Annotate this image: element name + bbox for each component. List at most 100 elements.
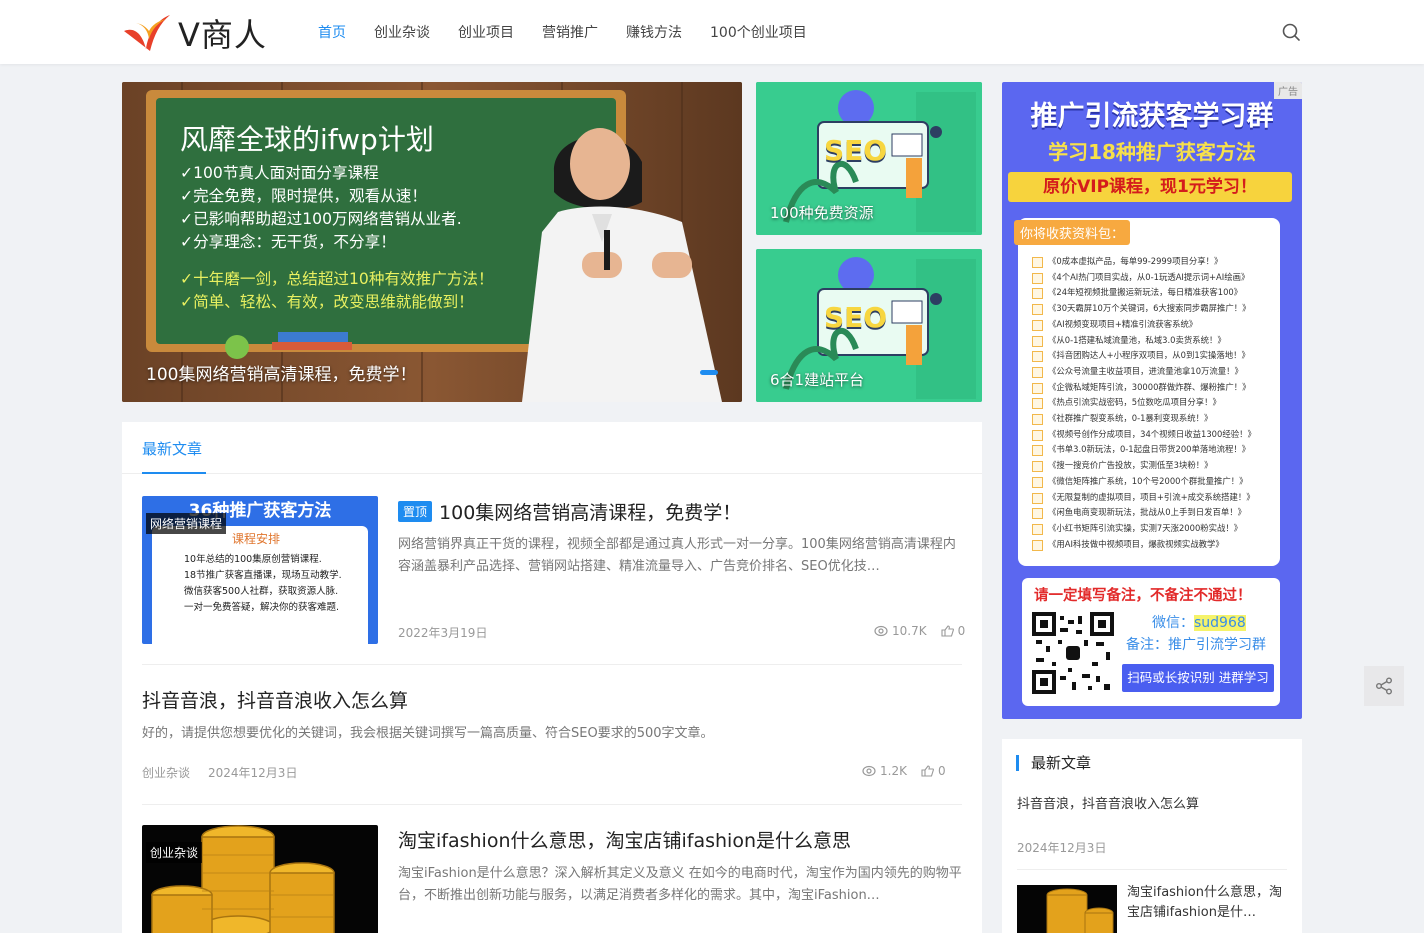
nav-item-startup-talk[interactable]: 创业杂谈 xyxy=(374,22,430,42)
ad-price-banner: 原价VIP课程，现1元学习！ xyxy=(1008,172,1292,202)
thumbs-up-icon[interactable] xyxy=(941,625,954,637)
hero-slide-side-2[interactable]: SEO 6合1建站平台 xyxy=(756,249,982,402)
list-item: 微信获客500人社群，获取资源人脉. xyxy=(184,586,339,597)
ad-warning: 请一定填写备注，不备注不通过！ xyxy=(1034,588,1252,604)
post-title[interactable]: 置顶 100集网络营销高清课程，免费学！ xyxy=(398,498,741,525)
list-item: 《无限复制的虚拟项目，项目+引流+成交系统搭建！》 xyxy=(1032,490,1272,506)
board-title: 风靡全球的ifwp计划 xyxy=(180,123,434,156)
search-icon[interactable] xyxy=(1281,22,1301,42)
ad-note: 备注：推广引流学习群 xyxy=(1126,637,1266,653)
list-item: 《AI视频变现项目+精准引流获客系统》 xyxy=(1032,317,1272,333)
tab-underline xyxy=(142,472,206,474)
board-line: ✓100节真人面对面分享课程 xyxy=(180,164,379,182)
list-item: 《抖音团购达人+小程序双项目，从0到1实操落地！》 xyxy=(1032,348,1272,364)
post-thumbnail[interactable]: 创业杂谈 xyxy=(142,825,378,933)
hero-main-caption[interactable]: 100集网络营销高清课程，免费学！ xyxy=(146,360,416,385)
list-item: 《搜一搜竞价广告投放，实测低至3块粉！》 xyxy=(1032,458,1272,474)
board-line: ✓已影响帮助超过100万网络营销从业者. xyxy=(180,210,462,228)
post-views: 10.7K xyxy=(892,624,927,638)
thumb-points: 10年总结的100集原创营销课程. 18节推广获客直播课，现场互动教学. 微信获… xyxy=(184,552,342,616)
qr-code-icon xyxy=(1032,612,1114,694)
post-thumbnail[interactable]: 36种推广获客方法 课程安排 10年总结的100集原创营销课程. 18节推广获客… xyxy=(142,496,378,644)
logo-text: V商人 xyxy=(178,16,267,54)
post-excerpt: 好的，请提供您想要优化的关键词，我会根据关键词撰写一篇高质量、符合SEO要求的5… xyxy=(142,726,714,741)
board-line: ✓完全免费，限时提供，观看从速！ xyxy=(180,187,427,205)
main-nav: 首页 创业杂谈 创业项目 营销推广 赚钱方法 100个创业项目 xyxy=(318,0,835,64)
divider xyxy=(142,804,962,805)
site-logo[interactable]: V商人 xyxy=(122,12,267,54)
nav-item-make-money[interactable]: 赚钱方法 xyxy=(626,22,682,42)
sidebar-item-title[interactable]: 淘宝ifashion什么意思，淘宝店铺ifashion是什… xyxy=(1127,883,1287,923)
list-item: 一对一免费答疑，解决你的获客难题. xyxy=(184,602,340,613)
nav-item-home[interactable]: 首页 xyxy=(318,22,346,42)
hero-slide-main[interactable]: 风靡全球的ifwp计划 ✓100节真人面对面分享课程 ✓完全免费，限时提供，观看… xyxy=(122,82,742,402)
list-item: 18节推广获客直播课，现场互动教学. xyxy=(184,570,342,581)
board-line: ✓十年磨一剑，总结超过10种有效推广方法！ xyxy=(180,270,494,288)
thumb-sub: 课程安排 xyxy=(232,532,281,546)
hero-side-1-caption[interactable]: 100种免费资源 xyxy=(770,202,874,223)
thumb-panel: 课程安排 10年总结的100集原创营销课程. 18节推广获客直播课，现场互动教学… xyxy=(152,526,368,644)
ad-list-head: 你将收获资料包： xyxy=(1014,220,1131,245)
list-item: 《从0-1搭建私域流量池，私域3.0卖货系统！》 xyxy=(1032,333,1272,349)
nav-item-marketing[interactable]: 营销推广 xyxy=(542,22,598,42)
post-date: 2024年12月3日 xyxy=(208,766,298,780)
divider xyxy=(142,664,962,665)
ad-banner[interactable]: 广告 推广引流获客学习群 学习18种推广获客方法 原价VIP课程，现1元学习！ … xyxy=(1002,82,1302,719)
post-views: 1.2K xyxy=(880,764,907,778)
ad-qr-box: 请一定填写备注，不备注不通过！ 微信：sud968 备注：推广引流学习群 扫码或… xyxy=(1022,578,1280,706)
post-date: 2022年3月19日 xyxy=(398,626,488,640)
sidebar-item-title[interactable]: 抖音音浪，抖音音浪收入怎么算 xyxy=(1017,793,1199,812)
hero-side-2-caption[interactable]: 6合1建站平台 xyxy=(770,369,864,390)
post-excerpt: 网络营销界真正干货的课程，视频全部都是通过真人形式一对一分享。100集网络营销高… xyxy=(398,537,956,574)
thumbs-up-icon[interactable] xyxy=(921,765,934,777)
list-item: 《小红书矩阵引流实操，实测7天涨2000粉实战！》 xyxy=(1032,521,1272,537)
pinned-badge: 置顶 xyxy=(398,501,433,522)
board-line: ✓分享理念：无干货，不分享！ xyxy=(180,233,396,251)
post-title[interactable]: 淘宝ifashion什么意思，淘宝店铺ifashion是什么意思 xyxy=(398,826,851,853)
hero-slide-side-1[interactable]: SEO 100种免费资源 xyxy=(756,82,982,235)
post-category[interactable]: 创业杂谈 xyxy=(142,764,190,781)
list-item: 《微信矩阵推广系统，10个号2000个群批量推广！》 xyxy=(1032,474,1272,490)
post-title[interactable]: 抖音音浪，抖音音浪收入怎么算 xyxy=(142,686,408,713)
list-item: 10年总结的100集原创营销课程. xyxy=(184,554,322,565)
nav-item-startup-projects[interactable]: 创业项目 xyxy=(458,22,514,42)
sidebar-item-thumbnail[interactable] xyxy=(1017,885,1117,933)
ad-resource-list: 你将收获资料包： 《0成本虚拟产品，每单99-2999项目分享！》 《4个AI热… xyxy=(1014,218,1280,566)
list-item: 《书单3.0新玩法，0-1起盘日带货200单落地流程！》 xyxy=(1032,442,1272,458)
ad-scan-button[interactable]: 扫码或长按识别 进群学习 xyxy=(1122,664,1274,692)
sidebar-latest-card: 最新文章 抖音音浪，抖音音浪收入怎么算 2024年12月3日 淘宝ifashio… xyxy=(1002,739,1302,933)
list-item: 《热点引流实战密码，5位数吃瓜项目分享！》 xyxy=(1032,395,1272,411)
tab-latest[interactable]: 最新文章 xyxy=(142,438,202,459)
site-header: V商人 首页 创业杂谈 创业项目 营销推广 赚钱方法 100个创业项目 xyxy=(0,0,1424,64)
post-stats: 10.7K 0 xyxy=(874,624,965,638)
ad-wechat-id: sud968 xyxy=(1194,615,1246,631)
board-lines: ✓100节真人面对面分享课程 ✓完全免费，限时提供，观看从速！ ✓已影响帮助超过… xyxy=(180,162,462,254)
list-item: 《企微私域矩阵引流，30000群做炸群、爆粉推广！》 xyxy=(1032,380,1272,396)
post-likes: 0 xyxy=(937,764,946,778)
list-item: 《闲鱼电商变现新玩法，批战从0上手到日发百单！》 xyxy=(1032,505,1272,521)
logo-bird-icon xyxy=(124,15,170,51)
seo-art-text: SEO xyxy=(824,134,888,167)
board-line: ✓简单、轻松、有效，改变思维就能做到！ xyxy=(180,293,474,311)
ad-subtitle: 学习18种推广获客方法 xyxy=(1048,140,1256,164)
list-item: 《视频号创作分成项目，34个视频日收益1300经验！》 xyxy=(1032,427,1272,443)
slider-dot-active[interactable] xyxy=(700,370,718,375)
sidebar-title: 最新文章 xyxy=(1016,755,1091,771)
tab-bar: 最新文章 xyxy=(122,422,982,474)
eye-icon xyxy=(874,625,888,637)
post-stats: 1.2K 0 xyxy=(862,764,946,778)
category-tag[interactable]: 网络营销课程 xyxy=(146,513,227,534)
post-likes: 0 xyxy=(957,624,966,638)
divider xyxy=(1017,869,1287,870)
ad-wechat: 微信：sud968 xyxy=(1152,612,1246,632)
eye-icon xyxy=(862,765,876,777)
list-item: 《30天霸屏10万个关键词，6大搜索同步霸屏推广！》 xyxy=(1032,301,1272,317)
list-item: 《用AI科技做中视频项目，爆款视频实战教学》 xyxy=(1032,537,1272,553)
nav-item-100-projects[interactable]: 100个创业项目 xyxy=(710,22,807,42)
latest-articles-card: 最新文章 36种推广获客方法 课程安排 10年总结的100集原创营销课程. 18… xyxy=(122,422,982,933)
gold-coins-illustration xyxy=(1046,888,1114,933)
share-button[interactable] xyxy=(1364,666,1404,706)
category-tag[interactable]: 创业杂谈 xyxy=(146,842,203,863)
post-title-text[interactable]: 100集网络营销高清课程，免费学！ xyxy=(439,502,741,524)
share-icon xyxy=(1376,677,1392,695)
